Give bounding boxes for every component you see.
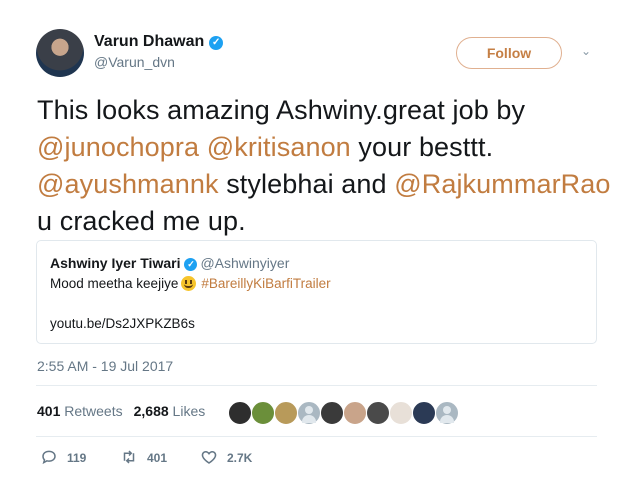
author-name[interactable]: Varun Dhawan ✓ [94, 33, 224, 51]
liker-avatar[interactable] [320, 401, 344, 425]
liker-avatar[interactable] [251, 401, 275, 425]
author-handle[interactable]: @Varun_dvn [94, 54, 175, 70]
author-name-text[interactable]: Varun Dhawan [94, 33, 204, 50]
retweet-button[interactable]: 401 [120, 448, 167, 466]
mention-link[interactable]: @ayushmannk [37, 169, 219, 199]
like-count: 2.7K [227, 451, 253, 465]
liker-avatar[interactable] [274, 401, 298, 425]
divider [36, 385, 597, 386]
follow-button[interactable]: Follow [456, 37, 562, 69]
tweet-text-segment: stylebhai and [218, 169, 395, 199]
author-avatar[interactable] [36, 29, 84, 77]
quoted-text: Mood meetha keejiye [50, 276, 179, 291]
smiley-emoji-icon [181, 276, 197, 291]
liker-avatar[interactable] [343, 401, 367, 425]
verified-badge-icon: ✓ [184, 258, 198, 271]
tweet-text-segment [199, 132, 207, 162]
quoted-author[interactable]: Ashwiny Iyer Tiwari ✓ @Ashwinyiyer [50, 255, 289, 271]
liker-avatar[interactable] [435, 401, 459, 425]
hashtag-link[interactable]: #BareillyKiBarfiTrailer [201, 276, 330, 291]
mention-link[interactable]: @kritisanon [207, 132, 351, 162]
quoted-author-handle[interactable]: @Ashwinyiyer [200, 255, 289, 271]
retweets-stat[interactable]: 401 Retweets [37, 403, 123, 419]
verified-badge-icon: ✓ [209, 36, 224, 50]
quoted-link[interactable]: youtu.be/Ds2JXPKZB6s [50, 316, 195, 331]
chevron-down-icon[interactable]: ⌄ [581, 44, 591, 58]
divider [36, 436, 597, 437]
quoted-author-name[interactable]: Ashwiny Iyer Tiwari [50, 255, 180, 271]
reply-count: 119 [67, 451, 87, 465]
liker-avatar[interactable] [366, 401, 390, 425]
retweet-count: 401 [147, 451, 168, 465]
like-button[interactable]: 2.7K [200, 448, 252, 466]
tweet-text-segment: u cracked me up. [37, 206, 246, 236]
likes-count: 2,688 [133, 403, 169, 419]
liker-avatar[interactable] [228, 401, 252, 425]
retweets-count: 401 [37, 403, 61, 419]
tweet-text-segment: your besttt. [350, 132, 494, 162]
likes-label: Likes [172, 403, 206, 419]
liker-avatar[interactable] [297, 401, 321, 425]
liker-avatar[interactable] [389, 401, 413, 425]
quoted-tweet[interactable]: Ashwiny Iyer Tiwari ✓ @Ashwinyiyer Mood me… [36, 240, 597, 344]
liker-avatar[interactable] [412, 401, 436, 425]
heart-icon [201, 450, 217, 464]
engagement-stats: 401 Retweets 2,688 Likes [37, 403, 205, 419]
likes-stat[interactable]: 2,688 Likes [134, 403, 206, 419]
retweets-label: Retweets [64, 403, 123, 419]
mention-link[interactable]: @junochopra [37, 132, 199, 162]
reply-button[interactable]: 119 [40, 448, 86, 466]
tweet-timestamp[interactable]: 2:55 AM - 19 Jul 2017 [37, 358, 173, 374]
mention-link[interactable]: @RajkummarRao [394, 169, 610, 199]
reply-icon [42, 450, 56, 465]
tweet-text: This looks amazing Ashwiny.great job by … [37, 92, 612, 240]
tweet-text-segment: This looks amazing Ashwiny.great job by [37, 95, 526, 125]
retweet-icon [123, 450, 135, 464]
quoted-tweet-text: Mood meetha keejiye #BareillyKiBarfiTrail… [50, 276, 331, 291]
